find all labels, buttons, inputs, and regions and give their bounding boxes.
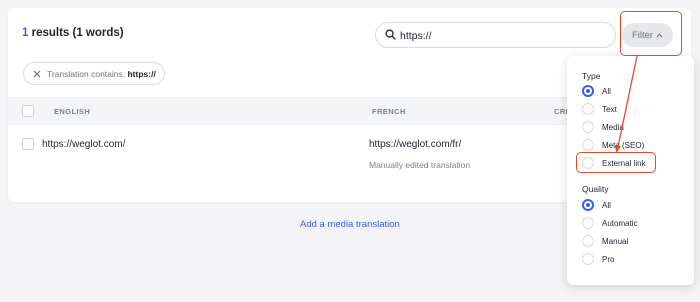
annotation-arrow (614, 55, 638, 153)
